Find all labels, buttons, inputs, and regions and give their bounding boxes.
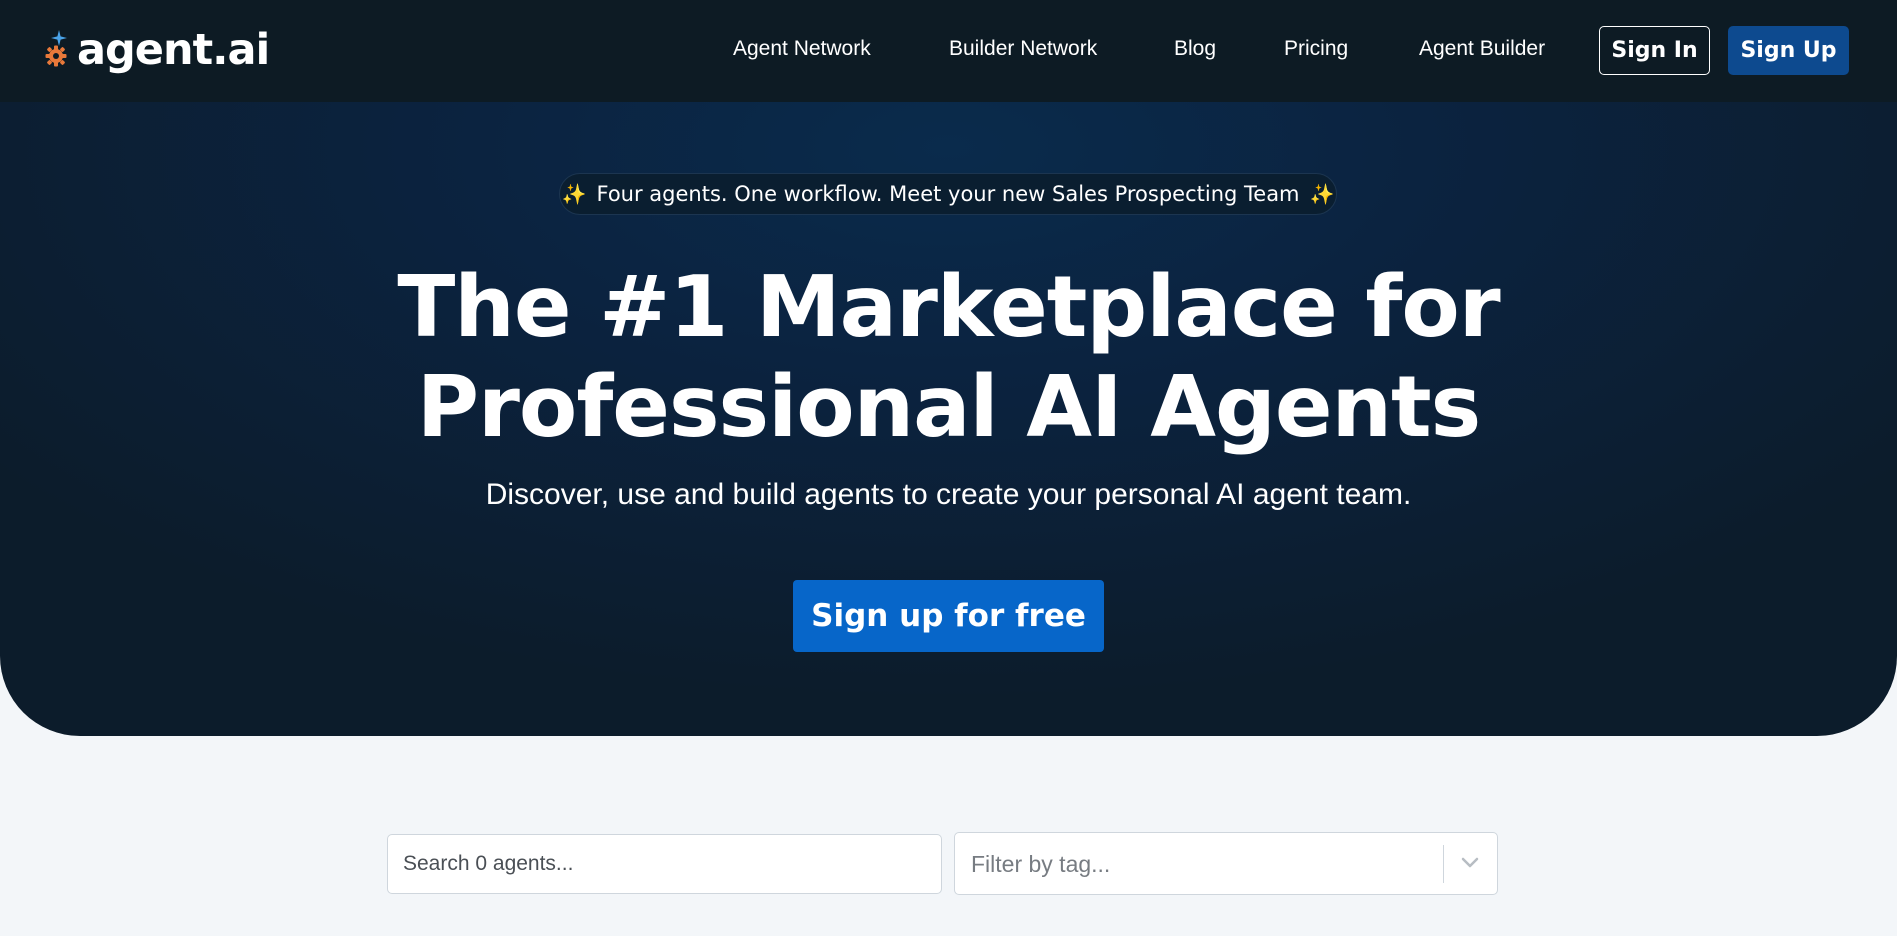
tag-filter-placeholder: Filter by tag... [971,851,1111,877]
hero-section: agent.ai Agent Network Builder Network B… [0,0,1897,736]
announcement-text: Four agents. One workflow. Meet your new… [596,182,1300,206]
tag-filter-select[interactable]: Filter by tag... [954,832,1498,895]
sign-in-button[interactable]: Sign In [1599,26,1710,75]
headline-line-2: Professional AI Agents [416,358,1482,457]
gear-sparkle-icon [45,27,75,73]
hero-headline: The #1 Marketplace for Professional AI A… [0,258,1897,458]
nav-link-pricing[interactable]: Pricing [1284,37,1348,61]
nav-link-blog[interactable]: Blog [1174,37,1216,61]
headline-line-1: The #1 Marketplace for [397,258,1500,357]
hero-subheadline: Discover, use and build agents to create… [485,478,1412,511]
sparkles-icon: ✨ [561,182,587,206]
logo[interactable]: agent.ai [45,20,270,80]
tag-filter-divider [1443,845,1444,883]
announcement-pill[interactable]: ✨ Four agents. One workflow. Meet your n… [559,173,1337,215]
sparkles-icon: ✨ [1309,182,1335,206]
chevron-down-icon[interactable] [1461,857,1479,869]
sign-up-free-button[interactable]: Sign up for free [793,580,1104,652]
search-agents-input[interactable] [387,834,942,894]
nav-link-agent-builder[interactable]: Agent Builder [1419,37,1545,61]
nav-link-builder-network[interactable]: Builder Network [949,37,1097,61]
top-navbar: agent.ai Agent Network Builder Network B… [0,0,1897,102]
nav-link-agent-network[interactable]: Agent Network [733,37,871,61]
logo-text: agent.ai [77,24,270,75]
sign-up-button[interactable]: Sign Up [1728,26,1849,75]
